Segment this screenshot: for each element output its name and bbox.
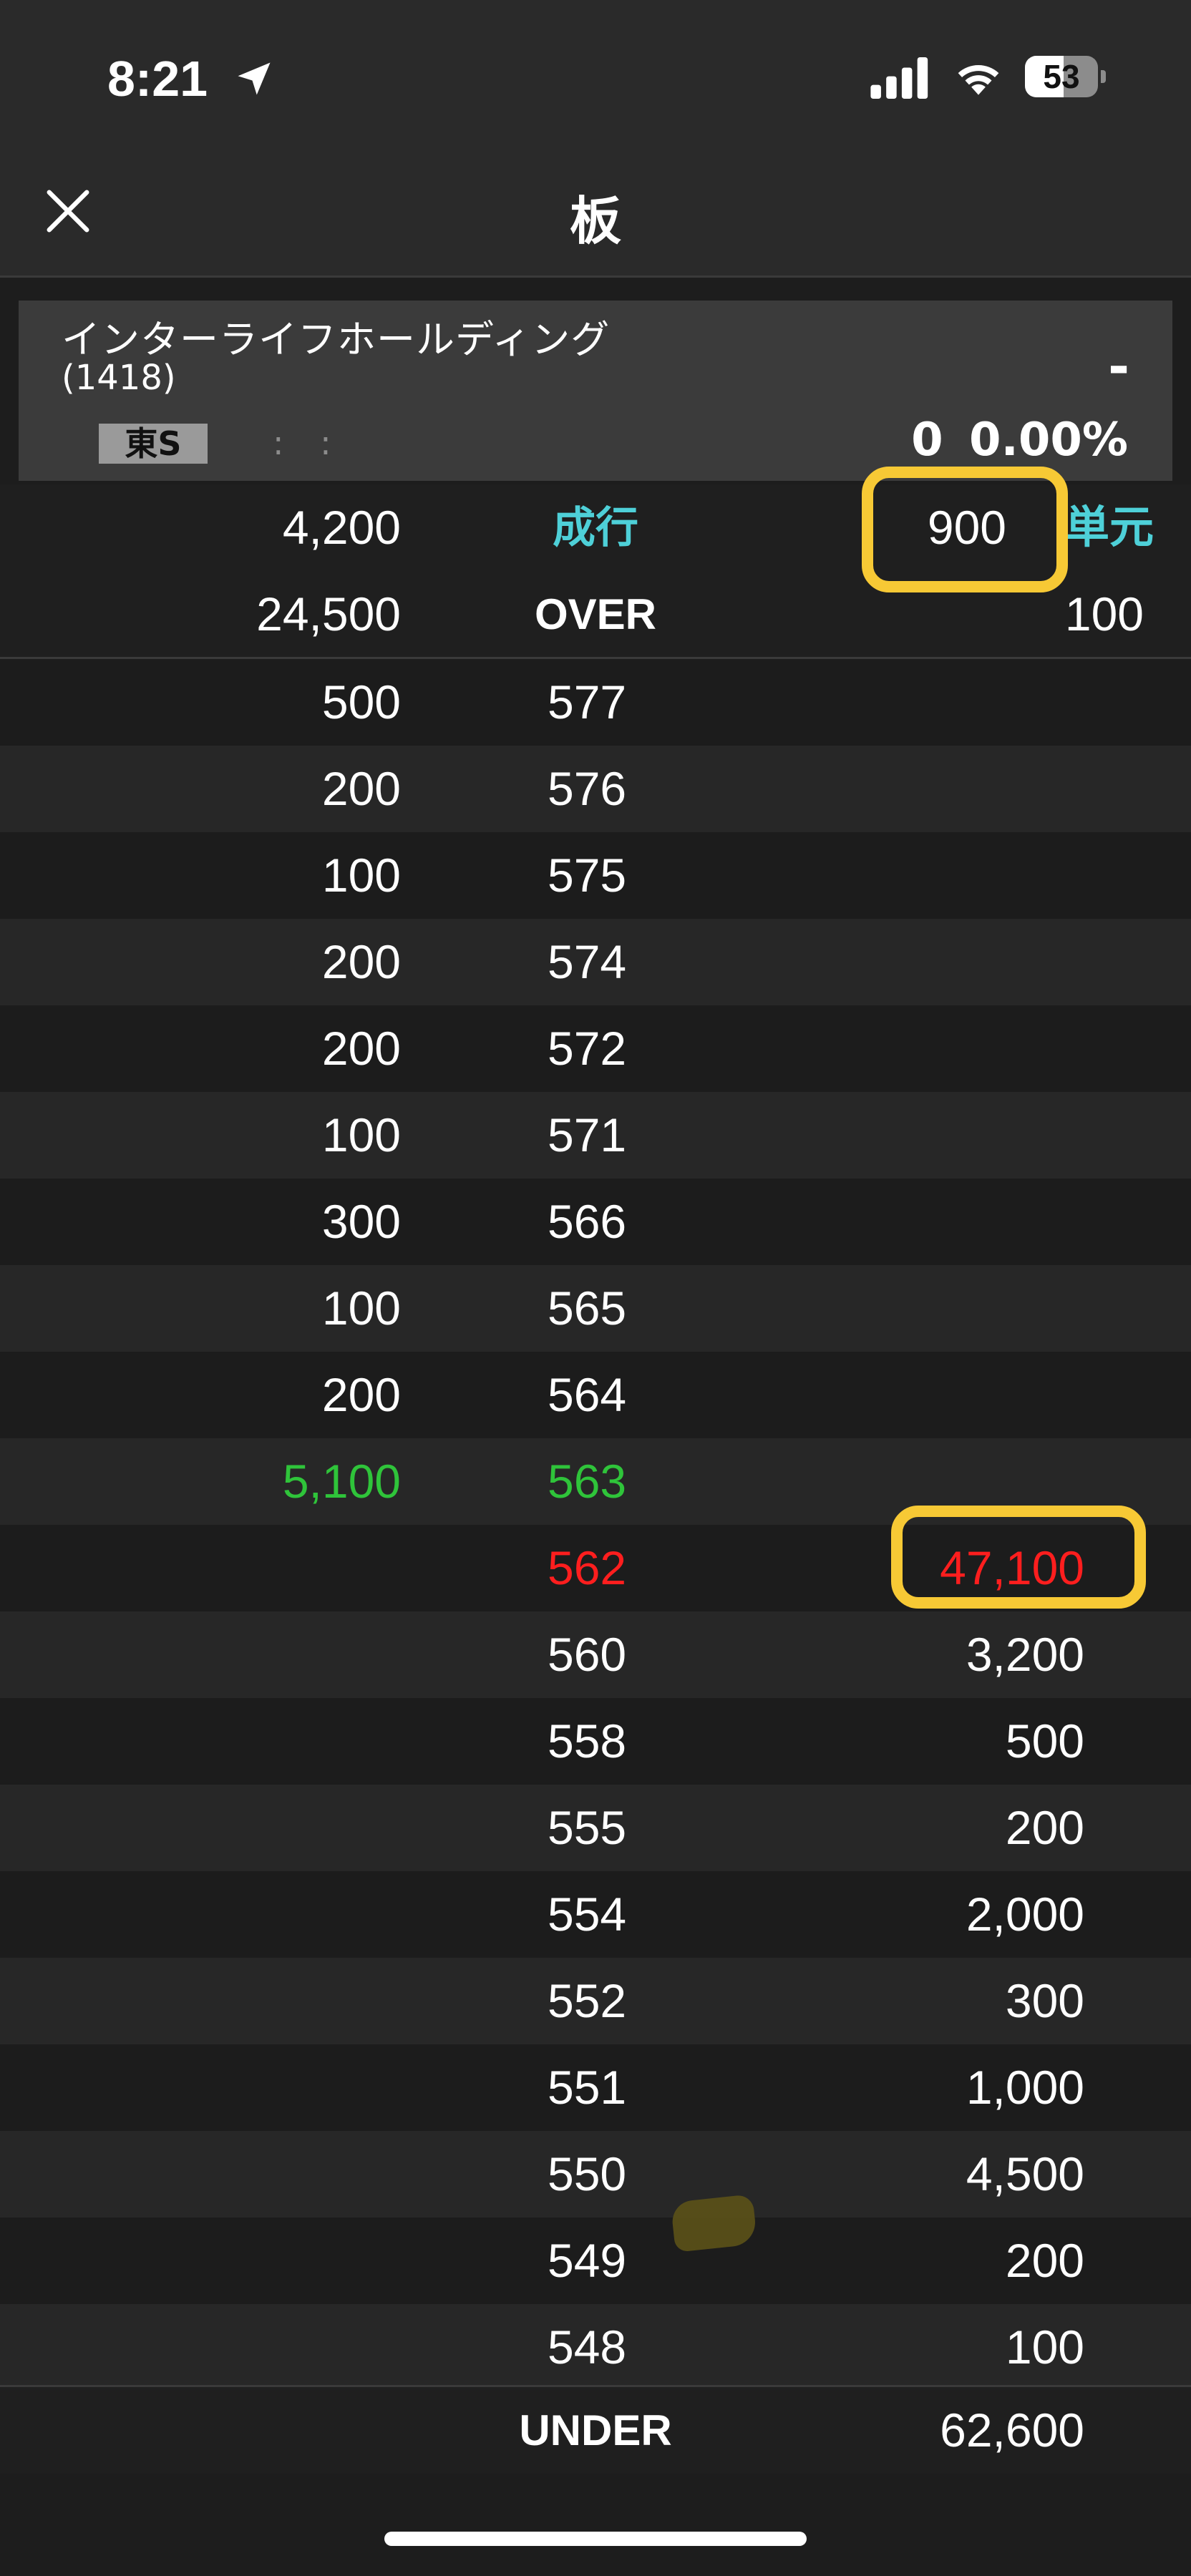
sell-qty: 500 (321, 675, 401, 728)
battery-percent: 53 (1043, 58, 1080, 95)
location-arrow-icon (238, 62, 271, 95)
battery-tip (1101, 70, 1106, 83)
price: 563 (548, 1455, 627, 1508)
book-row[interactable]: 500 577 (0, 659, 1191, 746)
price: 566 (548, 1195, 627, 1248)
price: 575 (548, 849, 627, 902)
price: 548 (548, 2321, 627, 2373)
book-row[interactable]: 555 200 (0, 1785, 1191, 1871)
sell-qty: 100 (321, 1108, 401, 1161)
status-bar: 8:21 53 (0, 0, 1191, 150)
sell-qty: 200 (321, 1368, 401, 1421)
home-indicator[interactable] (384, 2532, 807, 2546)
price-change: 0 0.00% (911, 414, 1128, 467)
book-row[interactable]: 558 500 (0, 1698, 1191, 1785)
sell-qty: 200 (321, 762, 401, 815)
book-row[interactable]: 550 4,500 (0, 2131, 1191, 2218)
buy-qty: 300 (1005, 1974, 1084, 2027)
sell-qty: 5,100 (282, 1455, 401, 1508)
book-row[interactable]: 200 564 (0, 1352, 1191, 1438)
over-buy-qty: 100 (1064, 587, 1144, 640)
book-row[interactable]: 548 100 (0, 2304, 1191, 2391)
buy-qty: 100 (1005, 2321, 1084, 2373)
book-row[interactable]: 200 574 (0, 919, 1191, 1005)
book-row[interactable]: 100 571 (0, 1092, 1191, 1179)
buy-qty: 200 (1005, 1801, 1084, 1854)
price: 577 (548, 675, 627, 728)
sell-qty: 300 (321, 1195, 401, 1248)
price: 562 (548, 1541, 627, 1594)
price: 576 (548, 762, 627, 815)
price: 555 (548, 1801, 627, 1854)
buy-qty: 200 (1005, 2234, 1084, 2287)
price: 551 (548, 2061, 627, 2114)
book-row[interactable]: 300 566 (0, 1179, 1191, 1265)
buy-qty: 2,000 (966, 1888, 1084, 1941)
book-row[interactable]: 200 576 (0, 746, 1191, 832)
price: 560 (548, 1628, 627, 1681)
stock-name: インターライフホールディング (62, 317, 611, 362)
sell-qty: 200 (321, 1022, 401, 1075)
battery-icon: 53 (1025, 56, 1107, 99)
wifi-icon (958, 65, 999, 95)
nav-bar: 板 (0, 150, 1191, 278)
price: 574 (548, 935, 627, 988)
stock-info-panel: インターライフホールディング (1418) 東S : : - 0 0.00% (19, 301, 1172, 481)
buy-qty: 4,500 (966, 2147, 1084, 2200)
book-row[interactable]: 200 572 (0, 1005, 1191, 1092)
price: 571 (548, 1108, 627, 1161)
price: 572 (548, 1022, 627, 1075)
sell-qty: 200 (321, 935, 401, 988)
price: 552 (548, 1974, 627, 2027)
unit-label: 単元 (1065, 503, 1154, 552)
cellular-signal-icon (870, 57, 928, 99)
price: 565 (548, 1282, 627, 1335)
price: 550 (548, 2147, 627, 2200)
highlight-box-best-bid (891, 1506, 1146, 1609)
price: 549 (548, 2234, 627, 2287)
buy-qty: 1,000 (966, 2061, 1084, 2114)
sell-qty: 100 (321, 849, 401, 902)
price: 558 (548, 1714, 627, 1767)
current-price: - (1108, 336, 1129, 396)
price: 564 (548, 1368, 627, 1421)
page-title: 板 (569, 191, 621, 251)
battery-body: 53 (1025, 56, 1098, 97)
book-row[interactable]: 551 1,000 (0, 2044, 1191, 2131)
book-row[interactable]: 549 200 (0, 2218, 1191, 2304)
under-row: UNDER 62,600 (0, 2387, 1191, 2474)
buy-qty: 500 (1005, 1714, 1084, 1767)
book-row[interactable]: 100 565 (0, 1265, 1191, 1352)
book-row[interactable]: 560 3,200 (0, 1611, 1191, 1698)
status-time: 8:21 (107, 51, 208, 107)
buy-qty: 3,200 (966, 1628, 1084, 1681)
highlight-box-market-buy (862, 467, 1068, 592)
stock-code: (1418) (62, 358, 176, 398)
under-buy-qty: 62,600 (940, 2404, 1084, 2457)
market-badge: 東S (99, 424, 208, 464)
book-row[interactable]: 100 575 (0, 832, 1191, 919)
sell-qty: 100 (321, 1282, 401, 1335)
price: 554 (548, 1888, 627, 1941)
book-row[interactable]: 554 2,000 (0, 1871, 1191, 1958)
quote-time: : : (273, 424, 344, 462)
book-row[interactable]: 552 300 (0, 1958, 1191, 2044)
